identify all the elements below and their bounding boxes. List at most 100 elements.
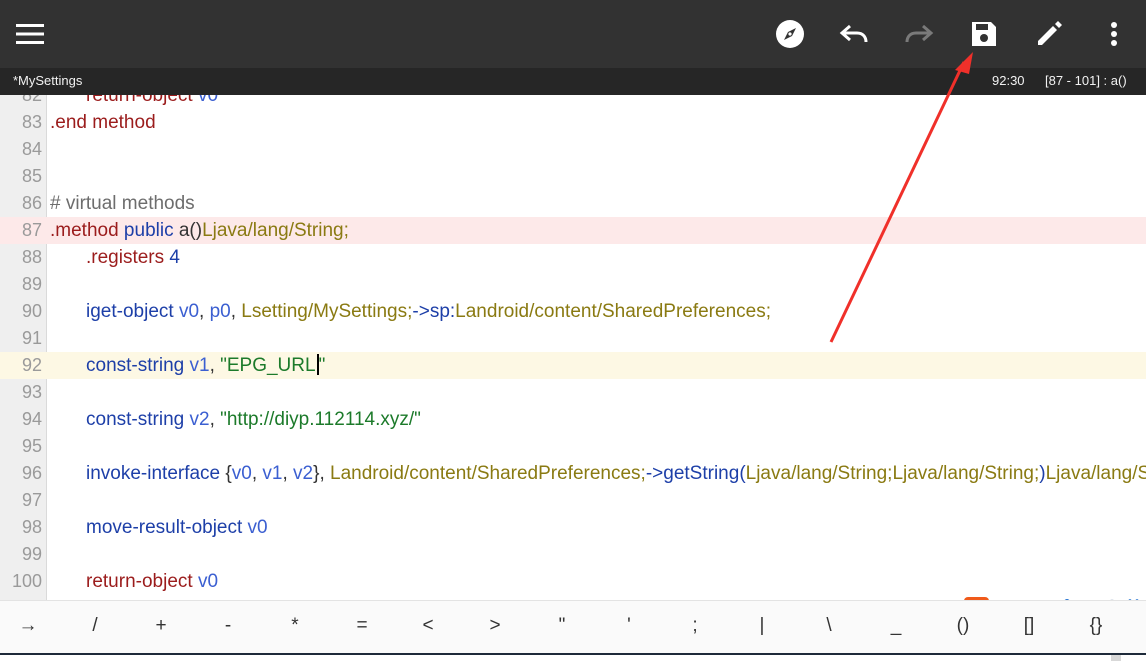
- symbol-key[interactable]: +: [144, 615, 178, 637]
- redo-icon[interactable]: [902, 17, 936, 51]
- code-editor[interactable]: 82 return-object v0 83 .end method 84 85 86 # v…: [0, 95, 1146, 600]
- code-token: const-string: [86, 355, 185, 376]
- code-line[interactable]: 100 return-object v0: [0, 568, 1146, 595]
- symbol-key[interactable]: >: [478, 615, 512, 637]
- horizontal-scrollbar[interactable]: [0, 653, 1146, 663]
- scroll-thumb[interactable]: [1111, 655, 1121, 661]
- symbol-key[interactable]: <: [411, 615, 445, 637]
- code-token: ->getString(: [645, 463, 746, 484]
- code-line[interactable]: 85: [0, 163, 1146, 190]
- code-line[interactable]: 90 iget-object v0, p0, Lsetting/MySetting…: [0, 298, 1146, 325]
- code-text: return-object v0: [86, 568, 218, 595]
- save-icon[interactable]: [967, 17, 1001, 51]
- code-line[interactable]: 94 const-string v2, "http://diyp.112114.x…: [0, 406, 1146, 433]
- hamburger-menu-icon[interactable]: [13, 17, 47, 51]
- code-token: p0: [204, 301, 231, 322]
- symbol-key[interactable]: ": [545, 615, 579, 637]
- line-number: 98: [21, 517, 42, 537]
- code-line[interactable]: 92 const-string v1, "EPG_URL ": [0, 352, 1146, 379]
- line-number: 85: [21, 166, 42, 186]
- code-token: v0: [192, 571, 219, 592]
- code-line[interactable]: 89: [0, 271, 1146, 298]
- code-text: iget-object v0, p0, Lsetting/MySettings;…: [86, 298, 771, 325]
- symbol-key[interactable]: =: [345, 615, 379, 637]
- code-line[interactable]: 93: [0, 379, 1146, 406]
- code-token: public: [118, 220, 174, 241]
- code-text: .registers 4: [86, 244, 180, 271]
- code-token: "EPG_URL: [214, 355, 316, 376]
- code-line[interactable]: 91: [0, 325, 1146, 352]
- edit-pencil-icon[interactable]: [1032, 17, 1066, 51]
- symbol-key[interactable]: _: [879, 615, 913, 637]
- code-line[interactable]: 95: [0, 433, 1146, 460]
- line-number: 82: [21, 95, 42, 105]
- line-number: 95: [21, 436, 42, 456]
- code-token: v1: [257, 463, 283, 484]
- code-token: return-object: [86, 571, 193, 592]
- symbol-key[interactable]: (): [946, 615, 980, 637]
- code-token: ->sp:: [412, 301, 456, 322]
- line-number: 88: [21, 247, 42, 267]
- code-line[interactable]: 96 invoke-interface {v0, v1, v2}, Landroi…: [0, 460, 1146, 487]
- symbol-key[interactable]: /: [78, 615, 112, 637]
- code-token: v2: [287, 463, 314, 484]
- symbol-key[interactable]: []: [1012, 615, 1046, 637]
- line-number: 94: [21, 409, 42, 429]
- undo-icon[interactable]: [837, 17, 871, 51]
- line-number: 99: [21, 544, 42, 564]
- code-token: v0: [173, 301, 200, 322]
- symbol-key[interactable]: |: [745, 615, 779, 637]
- line-number: 92: [21, 355, 42, 375]
- line-number: 84: [21, 139, 42, 159]
- code-token: .end method: [50, 112, 156, 133]
- code-line[interactable]: 88 .registers 4: [0, 244, 1146, 271]
- symbol-input-bar: → / + - * = < > " '; | \ _ () [] {}: [0, 600, 1146, 654]
- code-token: Lsetting/MySettings;: [236, 301, 413, 322]
- line-number: 100: [11, 571, 42, 591]
- code-line[interactable]: 86 # virtual methods: [0, 190, 1146, 217]
- symbol-key[interactable]: *: [278, 615, 312, 637]
- line-number: 86: [21, 193, 42, 213]
- code-text: const-string v1, "EPG_URL ": [86, 352, 325, 379]
- code-token: Ljava/lang/String;Ljava/lang/String;: [745, 463, 1040, 484]
- cursor-position: 92:30: [992, 73, 1025, 88]
- more-vert-icon[interactable]: [1097, 17, 1131, 51]
- file-name: *MySettings: [13, 73, 83, 88]
- code-line[interactable]: 99: [0, 541, 1146, 568]
- line-number: 87: [21, 220, 42, 240]
- code-text: move-result-object v0: [86, 514, 268, 541]
- code-line[interactable]: 98 move-result-object v0: [0, 514, 1146, 541]
- symbol-key[interactable]: -: [211, 615, 245, 637]
- symbol-key[interactable]: →: [11, 615, 45, 637]
- code-token: .registers: [86, 247, 165, 268]
- code-text: .method public a()Ljava/lang/String;: [50, 217, 349, 244]
- code-text: return-object v0: [86, 95, 218, 109]
- symbol-key[interactable]: ;: [678, 615, 712, 637]
- compass-icon[interactable]: [773, 17, 807, 51]
- line-number: 83: [21, 112, 42, 132]
- code-token: a(): [173, 220, 203, 241]
- code-token: # virtual methods: [50, 193, 195, 214]
- code-token: v2: [184, 409, 210, 430]
- code-token: v0: [192, 95, 219, 106]
- symbol-key[interactable]: ': [612, 615, 646, 637]
- code-line[interactable]: 87 .method public a()Ljava/lang/String;: [0, 217, 1146, 244]
- code-text: const-string v2, "http://diyp.112114.xyz…: [86, 406, 421, 433]
- code-line[interactable]: 82 return-object v0: [0, 95, 1146, 109]
- line-number: 97: [21, 490, 42, 510]
- app-toolbar: [0, 0, 1146, 68]
- code-line[interactable]: 97: [0, 487, 1146, 514]
- symbol-key[interactable]: {}: [1079, 615, 1113, 637]
- code-text: .end method: [50, 109, 156, 136]
- code-token: return-object: [86, 95, 193, 106]
- code-line[interactable]: 84: [0, 136, 1146, 163]
- code-line[interactable]: 83 .end method: [0, 109, 1146, 136]
- code-token: "http://diyp.112114.xyz/": [214, 409, 421, 430]
- symbol-key[interactable]: \: [812, 615, 846, 637]
- code-text: # virtual methods: [50, 190, 195, 217]
- editor-status-bar: *MySettings 92:30 [87 - 101] : a(): [0, 68, 1146, 95]
- code-token: iget-object: [86, 301, 174, 322]
- code-text: invoke-interface {v0, v1, v2}, Landroid/…: [86, 460, 1146, 487]
- code-token: },: [313, 463, 325, 484]
- line-number: 96: [21, 463, 42, 483]
